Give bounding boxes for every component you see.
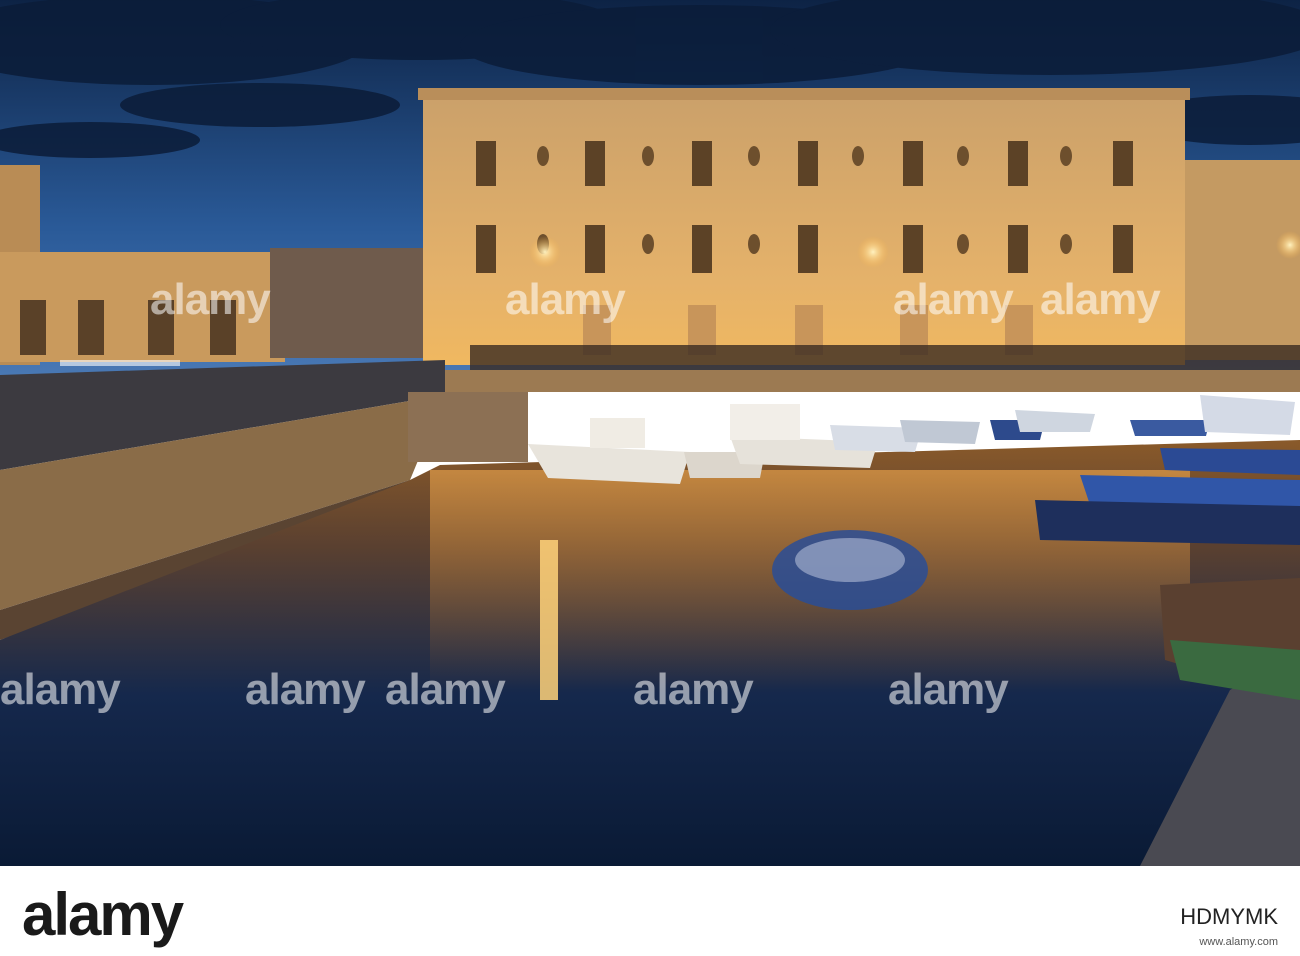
watermark: alamy: [245, 665, 366, 714]
lamp-reflection: [540, 540, 558, 700]
right-building: [1185, 160, 1300, 360]
watermark: alamy: [150, 275, 271, 324]
watermark: alamy: [505, 275, 626, 324]
light-trails: [60, 360, 180, 366]
quay-steps: [408, 392, 528, 462]
image-id: HDMYMK: [1180, 904, 1278, 929]
street-lamp: [857, 236, 889, 268]
watermark: alamy: [0, 665, 121, 714]
watermark: alamy: [888, 665, 1009, 714]
watermark: alamy: [633, 665, 754, 714]
footer-strip: [0, 866, 1300, 956]
harbor-photo: alamy alamy alamy alamy alamy alamy alam…: [0, 0, 1300, 866]
street-lamp: [529, 236, 561, 268]
watermark: alamy: [893, 275, 1014, 324]
watermark: alamy: [1040, 275, 1161, 324]
waterfront-wall: [445, 370, 1300, 392]
distant-buildings: [270, 248, 430, 358]
alamy-logo: alamy: [22, 881, 184, 948]
watermark: alamy: [385, 665, 506, 714]
footer-url: www.alamy.com: [1199, 936, 1278, 948]
